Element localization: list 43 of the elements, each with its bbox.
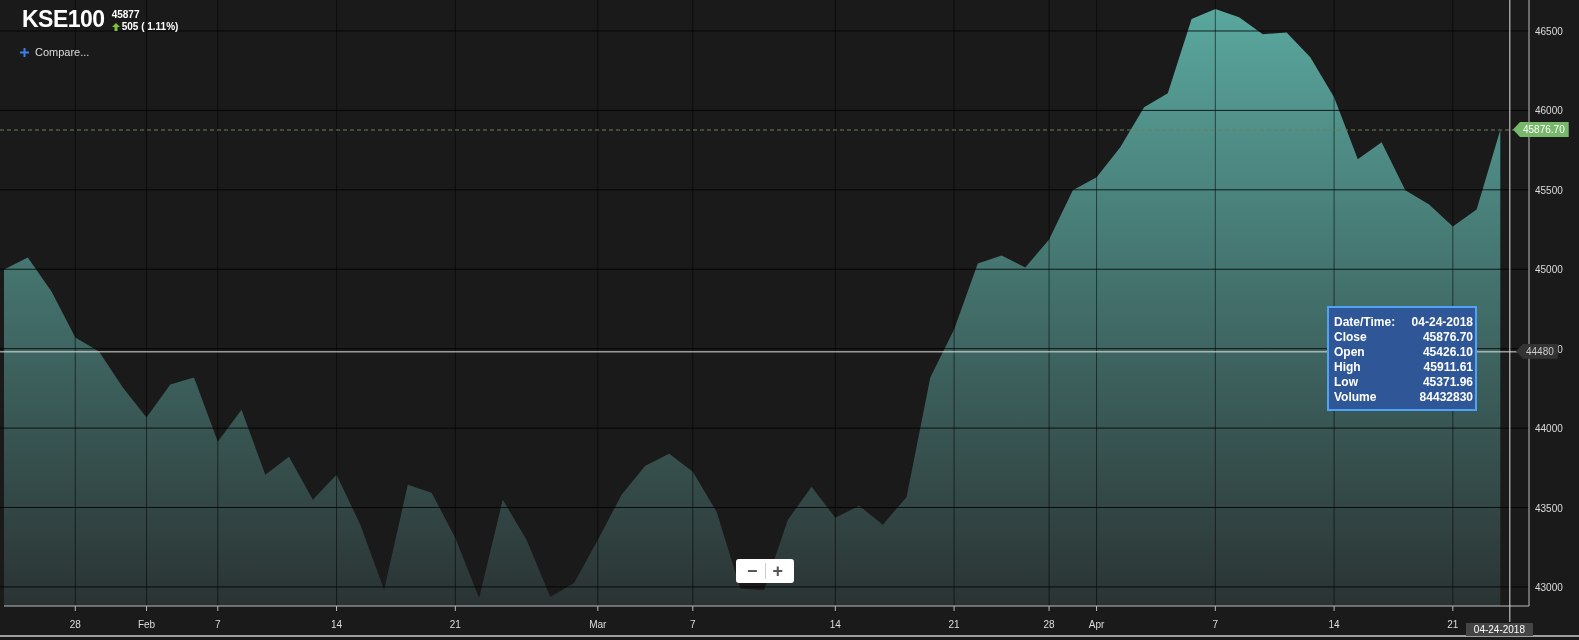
x-axis-label: 28 [1043, 619, 1055, 630]
symbol-title: KSE100 [22, 6, 105, 33]
plus-icon [20, 47, 29, 57]
y-axis-label: 45000 [1535, 264, 1563, 276]
tooltip-value: 45371.96 [1421, 375, 1473, 390]
x-axis-label: 7 [215, 619, 221, 630]
price-tag: 45876.70 [1513, 121, 1569, 137]
zoom-in-button[interactable]: + [765, 561, 791, 581]
y-axis-label: 43500 [1535, 502, 1563, 514]
x-axis-label: 21 [449, 619, 461, 630]
crosshair-value-tag: 44480 [1516, 343, 1558, 359]
x-axis-label: 21 [1447, 619, 1459, 630]
tooltip-value: 45426.10 [1421, 345, 1473, 360]
x-axis-label: 28 [69, 619, 81, 630]
x-axis-label: Mar [589, 619, 607, 630]
y-axis-label: 44000 [1535, 423, 1563, 435]
tooltip-value: 45876.70 [1421, 330, 1473, 345]
x-axis-label: 7 [1212, 619, 1219, 630]
x-axis-label: 21 [948, 619, 960, 630]
tooltip-value: 04-24-2018 [1410, 315, 1473, 330]
x-axis-label: Apr [1088, 619, 1105, 630]
tooltip-label: Open [1334, 345, 1366, 360]
y-axis-label: 46000 [1535, 105, 1563, 117]
x-axis-label: Feb [137, 619, 156, 630]
y-axis-label: 43000 [1535, 581, 1563, 593]
tooltip-value: 84432830 [1418, 390, 1473, 405]
x-axis-label: 14 [1328, 619, 1340, 630]
x-axis-label: 14 [331, 619, 343, 630]
compare-button[interactable]: Compare... [20, 46, 90, 58]
tooltip-label: Date/Time: [1334, 315, 1396, 330]
x-axis-label: 14 [829, 619, 841, 630]
tooltip-value: 45911.61 [1422, 360, 1473, 375]
price-change: 505 ( 1.11%) [121, 21, 179, 32]
tooltip-label: Low [1334, 375, 1359, 390]
tooltip-label: Close [1334, 330, 1368, 345]
y-axis-label: 46500 [1535, 26, 1563, 37]
y-axis-label: 45500 [1535, 184, 1563, 196]
last-price: 45877 [111, 9, 141, 20]
x-axis-label: 7 [690, 619, 696, 630]
crosshair-date-tag: 04-24-2018 [1465, 623, 1533, 636]
tooltip-label: Volume [1334, 390, 1378, 405]
tooltip-label: High [1334, 360, 1362, 375]
zoom-out-button[interactable]: − [740, 561, 765, 581]
